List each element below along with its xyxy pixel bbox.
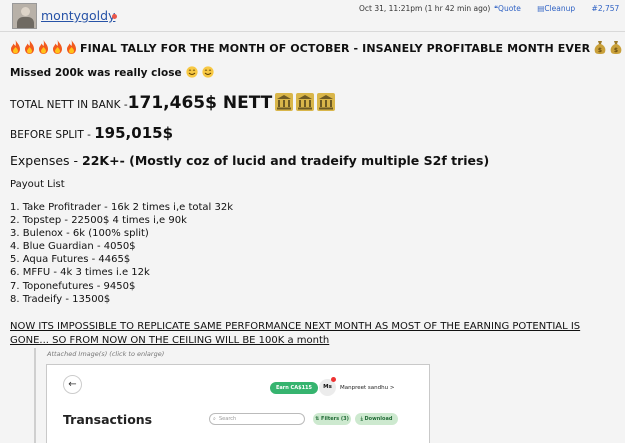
split-value: 195,015$ bbox=[94, 124, 174, 142]
attachment-block: Attached Image(s) (click to enlarge) ← E… bbox=[34, 348, 454, 443]
post-number-link[interactable]: #2,757 bbox=[592, 4, 620, 13]
money-bag-icon: $ bbox=[610, 41, 622, 54]
search-input: ⌕ Search bbox=[209, 413, 305, 425]
expenses-line: Expenses - 22K+- (Mostly coz of lucid an… bbox=[10, 153, 489, 168]
filters-button: ⇅ Filters (3) bbox=[313, 413, 351, 425]
online-status-dot bbox=[112, 14, 117, 19]
nett-value: 171,465$ NETT bbox=[127, 93, 273, 113]
transactions-title: Transactions bbox=[63, 412, 153, 427]
svg-text:$: $ bbox=[598, 47, 602, 54]
missed-text: Missed 200k was really close bbox=[10, 67, 182, 79]
username-link[interactable]: montygoldy bbox=[41, 8, 115, 23]
list-item: 7. Toponefutures - 9450$ bbox=[10, 280, 136, 292]
smile-icon bbox=[201, 66, 214, 78]
search-icon: ⌕ bbox=[213, 416, 216, 422]
list-item: 6. MFFU - 4k 3 times i.e 12k bbox=[10, 267, 150, 279]
earn-badge: Earn CA$115 bbox=[270, 382, 319, 394]
search-placeholder: Search bbox=[219, 416, 237, 422]
avatar-body bbox=[17, 17, 34, 28]
fire-icon bbox=[11, 40, 20, 54]
headline: FINAL TALLY FOR THE MONTH OF OCTOBER - I… bbox=[10, 40, 625, 55]
post-header: montygoldy Oct 31, 11:21pm (1 hr 42 min … bbox=[0, 0, 625, 32]
smile-icon bbox=[185, 66, 198, 78]
quote-label: Quote bbox=[498, 4, 521, 13]
avatar-head bbox=[21, 7, 30, 16]
filters-label: Filters (3) bbox=[321, 416, 349, 422]
bank-icon bbox=[317, 93, 336, 111]
expenses-label: Expenses - bbox=[10, 153, 79, 168]
payout-list: 1. Take Profitrader - 16k 2 times i,e to… bbox=[10, 201, 233, 306]
expenses-value: 22K+- (Mostly coz of lucid and tradeify … bbox=[82, 153, 490, 168]
payout-heading: Payout List bbox=[10, 179, 65, 190]
account-name: Manpreet sandhu > bbox=[340, 385, 395, 391]
missed-note: Missed 200k was really close bbox=[10, 66, 214, 79]
list-item: 8. Tradeify - 13500$ bbox=[10, 293, 111, 305]
headline-text: FINAL TALLY FOR THE MONTH OF OCTOBER - I… bbox=[80, 42, 591, 55]
fire-icon bbox=[53, 40, 62, 54]
money-bag-icon: $ bbox=[594, 41, 606, 54]
post-timestamp: Oct 31, 11:21pm (1 hr 42 min ago) bbox=[359, 4, 491, 13]
fire-icon bbox=[25, 40, 34, 54]
user-avatar[interactable] bbox=[12, 3, 37, 29]
list-item: 2. Topstep - 22500$ 4 times i,e 90k bbox=[10, 215, 187, 227]
cleanup-button[interactable]: ▤Cleanup bbox=[537, 4, 582, 13]
fire-icon bbox=[39, 40, 48, 54]
cleanup-label: Cleanup bbox=[544, 4, 576, 13]
total-nett-line: TOTAL NETT IN BANK -171,465$ NETT bbox=[10, 93, 336, 113]
post-actions: ❝Quote ▤Cleanup #2,757 bbox=[494, 4, 625, 13]
download-label: Download bbox=[364, 416, 393, 422]
list-item: 3. Bulenox - 6k (100% split) bbox=[10, 228, 149, 240]
notification-dot bbox=[331, 377, 336, 382]
warning-text: NOW ITS IMPOSSIBLE TO REPLICATE SAME PER… bbox=[10, 321, 581, 346]
bank-icon bbox=[275, 93, 294, 111]
list-item: 1. Take Profitrader - 16k 2 times i,e to… bbox=[10, 202, 234, 213]
nett-label: TOTAL NETT IN BANK - bbox=[10, 99, 128, 111]
before-split-line: BEFORE SPLIT - 195,015$ bbox=[10, 124, 173, 142]
attachment-caption[interactable]: Attached Image(s) (click to enlarge) bbox=[47, 350, 164, 358]
fire-icon bbox=[67, 40, 76, 54]
back-arrow-icon: ← bbox=[63, 375, 82, 394]
split-label: BEFORE SPLIT - bbox=[10, 129, 91, 141]
quote-button[interactable]: ❝Quote bbox=[494, 4, 528, 13]
list-item: 4. Blue Guardian - 4050$ bbox=[10, 241, 136, 253]
bank-icon bbox=[296, 93, 315, 111]
download-button: ⤓ Download bbox=[355, 413, 398, 425]
list-item: 5. Aqua Futures - 4465$ bbox=[10, 254, 131, 266]
svg-text:$: $ bbox=[614, 47, 618, 54]
attached-image[interactable]: ← Earn CA$115 Ms Manpreet sandhu > Trans… bbox=[46, 364, 430, 443]
